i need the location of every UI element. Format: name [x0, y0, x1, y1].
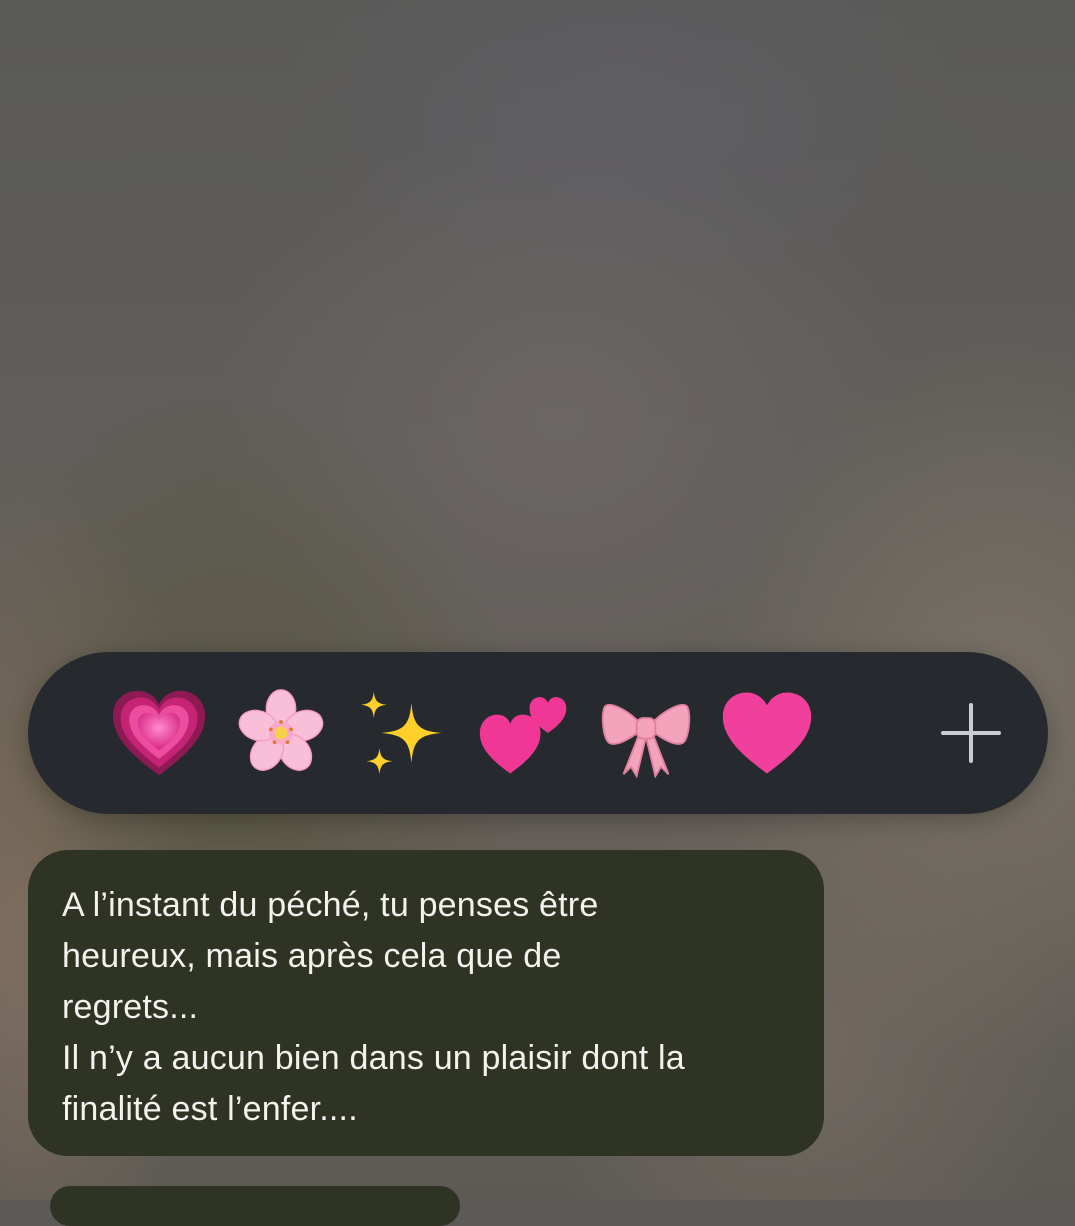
reaction-ribbon-button[interactable] [581, 652, 711, 814]
pink-heart-icon [722, 692, 812, 774]
message-text: A l’instant du péché, tu penses être heu… [62, 880, 790, 1135]
message-line: finalité est l’enfer.... [62, 1090, 358, 1128]
plus-icon [941, 703, 1001, 763]
reaction-cherry-blossom-button[interactable] [216, 652, 346, 814]
message-line: A l’instant du péché, tu penses être [62, 886, 599, 924]
reaction-bar [28, 652, 1048, 814]
sparkles-icon [360, 691, 442, 775]
message-line: Il n’y a aucun bien dans un plaisir dont… [62, 1039, 685, 1077]
ribbon-bow-icon [601, 704, 691, 778]
message-line: regrets... [62, 988, 199, 1026]
reaction-pink-heart-button[interactable] [702, 652, 832, 814]
next-message-bubble-partial [50, 1186, 460, 1226]
reaction-two-hearts-button[interactable] [459, 652, 589, 814]
cherry-blossom-icon [238, 689, 324, 771]
reaction-sparkles-button[interactable] [337, 652, 467, 814]
message-bubble[interactable]: A l’instant du péché, tu penses être heu… [28, 850, 824, 1156]
two-hearts-icon [479, 697, 567, 774]
add-reaction-button[interactable] [906, 652, 1036, 814]
reaction-growing-heart-button[interactable] [94, 652, 224, 814]
growing-heart-icon [112, 690, 206, 776]
message-line: heureux, mais après cela que de [62, 937, 562, 975]
